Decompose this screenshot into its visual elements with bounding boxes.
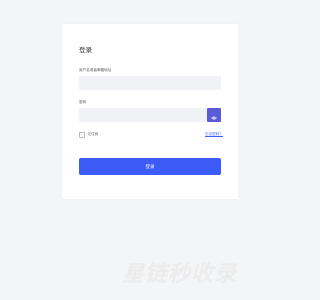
remember-me[interactable]: 记住我 (79, 132, 98, 138)
page-title: 登录 (79, 46, 92, 54)
remember-checkbox[interactable] (79, 132, 85, 138)
password-input[interactable] (79, 108, 207, 122)
watermark-text: 星链秒收录 (122, 262, 238, 287)
password-toggle-button[interactable] (207, 108, 221, 122)
login-page: 登录 用户名或者邮箱地址 密码 记住我 忘记密码？ 登录 星链秒收录 (0, 0, 300, 300)
login-button[interactable]: 登录 (79, 158, 221, 175)
login-card: 登录 用户名或者邮箱地址 密码 记住我 忘记密码？ 登录 (62, 24, 238, 199)
forgot-password-link[interactable]: 忘记密码？ (205, 132, 223, 137)
username-input[interactable] (79, 76, 221, 90)
username-label: 用户名或者邮箱地址 (79, 68, 112, 72)
password-label: 密码 (79, 100, 87, 104)
remember-label: 记住我 (87, 132, 99, 137)
eye-icon (211, 106, 217, 125)
